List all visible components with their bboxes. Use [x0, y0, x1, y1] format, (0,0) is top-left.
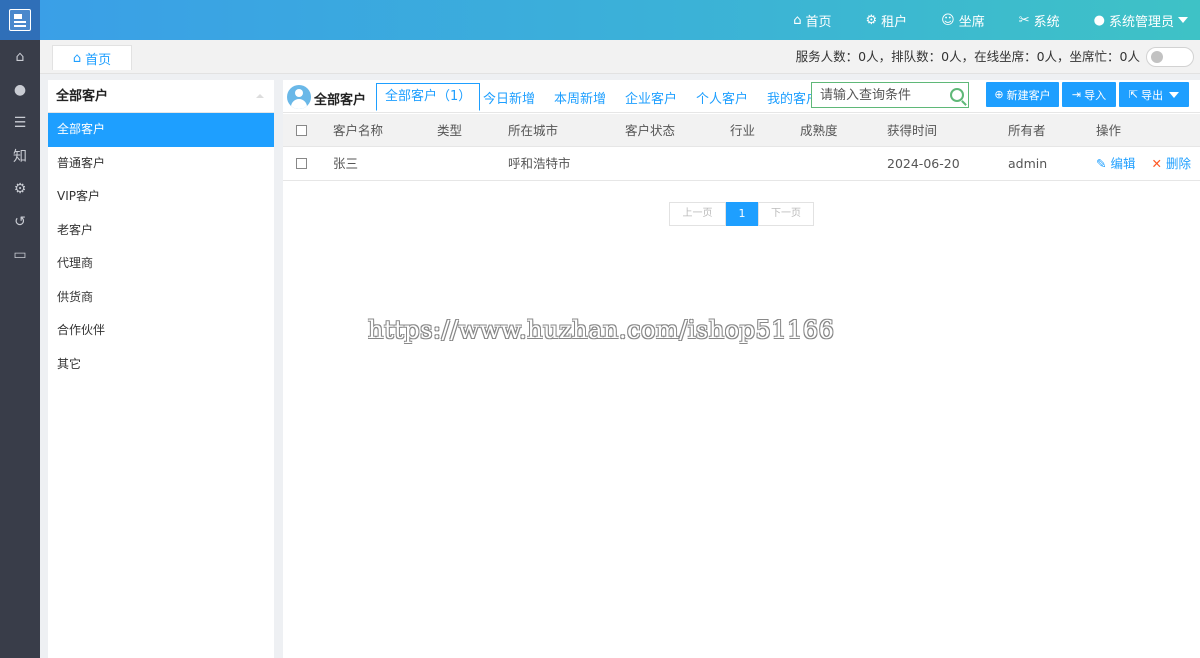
home-icon: ⌂ [72, 50, 82, 66]
category-title-label: 全部客户 [56, 89, 109, 104]
tools-icon: ✂ [1018, 12, 1030, 28]
home-icon[interactable]: ⌂ [0, 40, 40, 73]
cell-name: 张三 [333, 156, 359, 171]
cell-time: 2024-06-20 [887, 156, 960, 171]
col-owner[interactable]: 所有者 [1008, 114, 1046, 147]
icon-rail: ⌂ ● ☰ 知 ⚙ ↺ ▭ [0, 40, 40, 658]
delete-label: 删除 [1165, 156, 1191, 171]
row-checkbox[interactable] [296, 158, 307, 169]
user-icon: ● [1093, 12, 1105, 28]
category-item-vip[interactable]: VIP客户 [48, 180, 274, 214]
monitor-icon[interactable]: ▭ [0, 238, 40, 271]
category-item-normal[interactable]: 普通客户 [48, 147, 274, 181]
chevron-down-icon [1169, 91, 1180, 98]
home-icon: ⌂ [793, 12, 802, 28]
category-item-other[interactable]: 其它 [48, 348, 274, 382]
export-icon: ⇱ [1128, 88, 1139, 101]
col-type[interactable]: 类型 [437, 114, 462, 147]
gear-icon: ⚙ [865, 12, 878, 28]
search-icon[interactable] [950, 88, 964, 102]
app-logo[interactable] [0, 0, 40, 40]
new-customer-label: 新建客户 [1006, 88, 1051, 102]
delete-link[interactable]: ✕ 删除 [1151, 156, 1191, 171]
select-all-checkbox[interactable] [296, 125, 307, 136]
table-row[interactable]: 张三 呼和浩特市 2024-06-20 admin ✎ 编辑 ✕ 删除 [283, 147, 1200, 181]
category-item-all[interactable]: 全部客户 [48, 113, 274, 147]
top-nav: ⌂ 首页 ⚙ 租户 ☺ 坐席 ✂ 系统 ● 系统管理员 [759, 0, 1188, 40]
tab-enterprise[interactable]: 企业客户 [625, 88, 677, 107]
category-panel: 全部客户 全部客户 普通客户 VIP客户 老客户 代理商 供货商 合作伙伴 其它 [48, 80, 274, 658]
tab-home-label: 首页 [85, 52, 112, 68]
import-label: 导入 [1084, 88, 1107, 102]
user-name: 系统管理员 [1108, 14, 1174, 30]
prev-page-button[interactable]: 上一页 [669, 202, 726, 226]
search-input[interactable] [812, 83, 942, 107]
topnav-system[interactable]: ✂ 系统 [1019, 11, 1060, 30]
category-item-supplier[interactable]: 供货商 [48, 281, 274, 315]
chevron-up-icon [256, 94, 264, 98]
table-header: 客户名称 类型 所在城市 客户状态 行业 成熟度 获得时间 所有者 操作 [283, 114, 1200, 147]
topnav-home-label: 首页 [805, 14, 832, 30]
knowledge-icon[interactable]: 知 [0, 139, 40, 172]
tab-all-customers[interactable]: 全部客户（1） [376, 83, 481, 111]
top-bar: ⌂ 首页 ⚙ 租户 ☺ 坐席 ✂ 系统 ● 系统管理员 [0, 0, 1200, 40]
tab-personal[interactable]: 个人客户 [696, 88, 748, 107]
settings-icon[interactable]: ⚙ [0, 172, 40, 205]
edit-label: 编辑 [1110, 156, 1136, 171]
col-status[interactable]: 客户状态 [625, 114, 675, 147]
edit-link[interactable]: ✎ 编辑 [1096, 156, 1135, 171]
col-time[interactable]: 获得时间 [887, 114, 937, 147]
category-title[interactable]: 全部客户 [48, 80, 274, 113]
main-header: 全部客户 全部客户（1） 今日新增 本周新增 企业客户 个人客户 我的客户 ⊕新… [283, 80, 1200, 113]
category-item-agent[interactable]: 代理商 [48, 247, 274, 281]
cell-city: 呼和浩特市 [508, 156, 571, 171]
export-label: 导出 [1141, 88, 1164, 102]
col-actions: 操作 [1096, 123, 1122, 138]
user-icon[interactable]: ● [0, 73, 40, 106]
col-industry[interactable]: 行业 [730, 114, 755, 147]
col-name[interactable]: 客户名称 [333, 114, 383, 147]
cell-actions: ✎ 编辑 ✕ 删除 [1096, 147, 1191, 180]
topnav-home[interactable]: ⌂ 首页 [793, 11, 831, 30]
logo-icon [9, 9, 31, 31]
export-button[interactable]: ⇱ 导出 [1119, 82, 1189, 107]
import-icon: ⇥ [1071, 88, 1082, 101]
close-icon: ✕ [1151, 156, 1162, 171]
search-box [811, 82, 969, 108]
col-maturity[interactable]: 成熟度 [800, 114, 838, 147]
tab-strip: ⌂ 首页 服务人数：0人，排队数：0人，在线坐席：0人，坐席忙：0人 [40, 40, 1200, 74]
tab-week-new[interactable]: 本周新增 [554, 88, 606, 107]
plus-circle-icon: ⊕ [994, 88, 1004, 101]
main-panel: 全部客户 全部客户（1） 今日新增 本周新增 企业客户 个人客户 我的客户 ⊕新… [283, 80, 1200, 658]
tab-today-new[interactable]: 今日新增 [483, 88, 535, 107]
new-customer-button[interactable]: ⊕ 新建客户 [986, 82, 1059, 107]
import-button[interactable]: ⇥ 导入 [1062, 82, 1116, 107]
topnav-system-label: 系统 [1033, 14, 1060, 30]
pagination: 上一页 1 下一页 [669, 202, 814, 226]
next-page-button[interactable]: 下一页 [758, 202, 814, 226]
category-item-partner[interactable]: 合作伙伴 [48, 314, 274, 348]
watermark: https://www.huzhan.com/ishop51166 [368, 316, 835, 344]
tab-home[interactable]: ⌂ 首页 [52, 45, 132, 70]
busy-toggle[interactable] [1146, 47, 1194, 67]
chevron-down-icon [1178, 17, 1188, 23]
col-city[interactable]: 所在城市 [508, 114, 558, 147]
pencil-icon: ✎ [1096, 156, 1111, 171]
page-1-button[interactable]: 1 [726, 202, 758, 226]
topnav-tenant[interactable]: ⚙ 租户 [865, 11, 907, 30]
user-menu[interactable]: ● 系统管理员 [1094, 11, 1188, 30]
history-icon[interactable]: ↺ [0, 205, 40, 238]
category-item-old[interactable]: 老客户 [48, 214, 274, 248]
topnav-agent[interactable]: ☺ 坐席 [941, 11, 985, 30]
page-title: 全部客户 [314, 93, 367, 108]
service-stats: 服务人数：0人，排队数：0人，在线坐席：0人，坐席忙：0人 [795, 49, 1140, 64]
contacts-icon[interactable]: ☰ [0, 106, 40, 139]
topnav-agent-label: 坐席 [958, 14, 985, 30]
user-outline-icon: ☺ [941, 12, 955, 28]
cell-owner: admin [1008, 156, 1048, 171]
avatar [287, 85, 311, 109]
topnav-tenant-label: 租户 [881, 14, 908, 30]
